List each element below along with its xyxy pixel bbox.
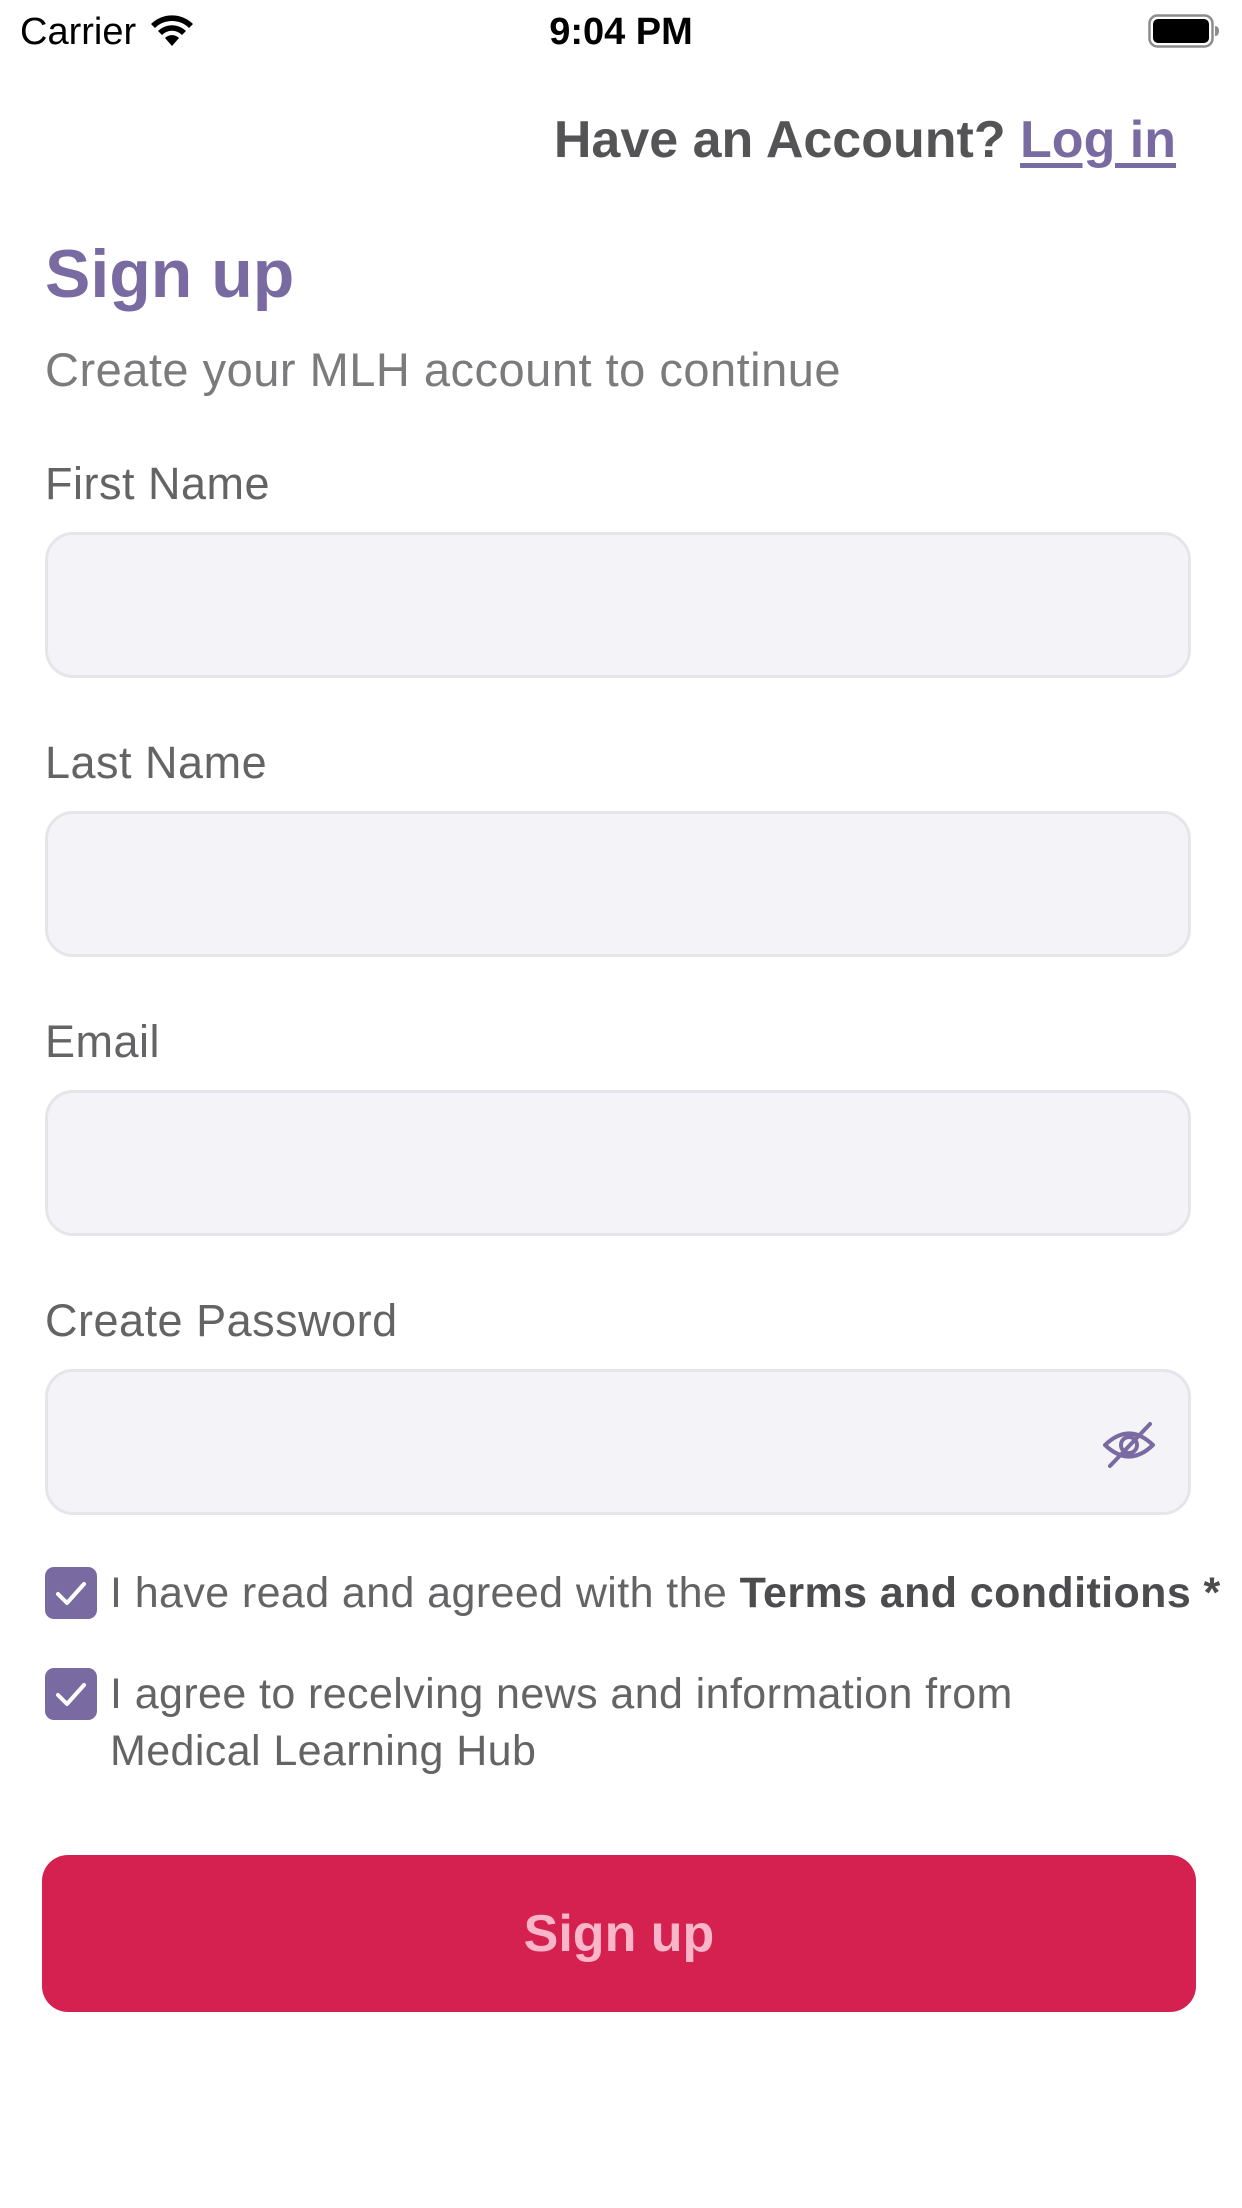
eye-slash-icon[interactable]: [1102, 1420, 1156, 1470]
email-field[interactable]: [45, 1090, 1191, 1236]
terms-link[interactable]: Terms and conditions: [740, 1569, 1192, 1617]
last-name-input[interactable]: [48, 814, 1188, 954]
first-name-label: First Name: [45, 458, 271, 509]
checkmark-icon: [56, 1683, 86, 1706]
terms-prefix: I have read and agreed with the: [110, 1569, 728, 1617]
last-name-label: Last Name: [45, 737, 268, 788]
login-link[interactable]: Log in: [1020, 111, 1176, 169]
last-name-field[interactable]: [45, 811, 1191, 957]
password-input[interactable]: [48, 1372, 1188, 1512]
page-subtitle: Create your MLH account to continue: [45, 343, 842, 396]
password-field[interactable]: [45, 1369, 1191, 1515]
first-name-field[interactable]: [45, 532, 1191, 678]
status-time: 9:04 PM: [549, 11, 693, 53]
have-account-prompt: Have an Account? Log in: [554, 108, 1176, 172]
checkmark-icon: [56, 1582, 86, 1605]
email-input[interactable]: [48, 1093, 1188, 1233]
terms-text: I have read and agreed with the Terms an…: [110, 1565, 1230, 1622]
email-label: Email: [45, 1016, 161, 1067]
terms-checkbox[interactable]: [45, 1567, 97, 1619]
sign-up-button[interactable]: Sign up: [42, 1855, 1196, 2012]
news-checkbox[interactable]: [45, 1668, 97, 1720]
have-account-text: Have an Account?: [553, 111, 1006, 169]
battery-icon: [1148, 14, 1219, 48]
news-text: I agree to recelving news and informatio…: [110, 1670, 1013, 1775]
page-title: Sign up: [45, 236, 295, 312]
password-label: Create Password: [45, 1295, 398, 1346]
first-name-input[interactable]: [48, 535, 1188, 675]
required-mark: *: [1203, 1569, 1221, 1617]
